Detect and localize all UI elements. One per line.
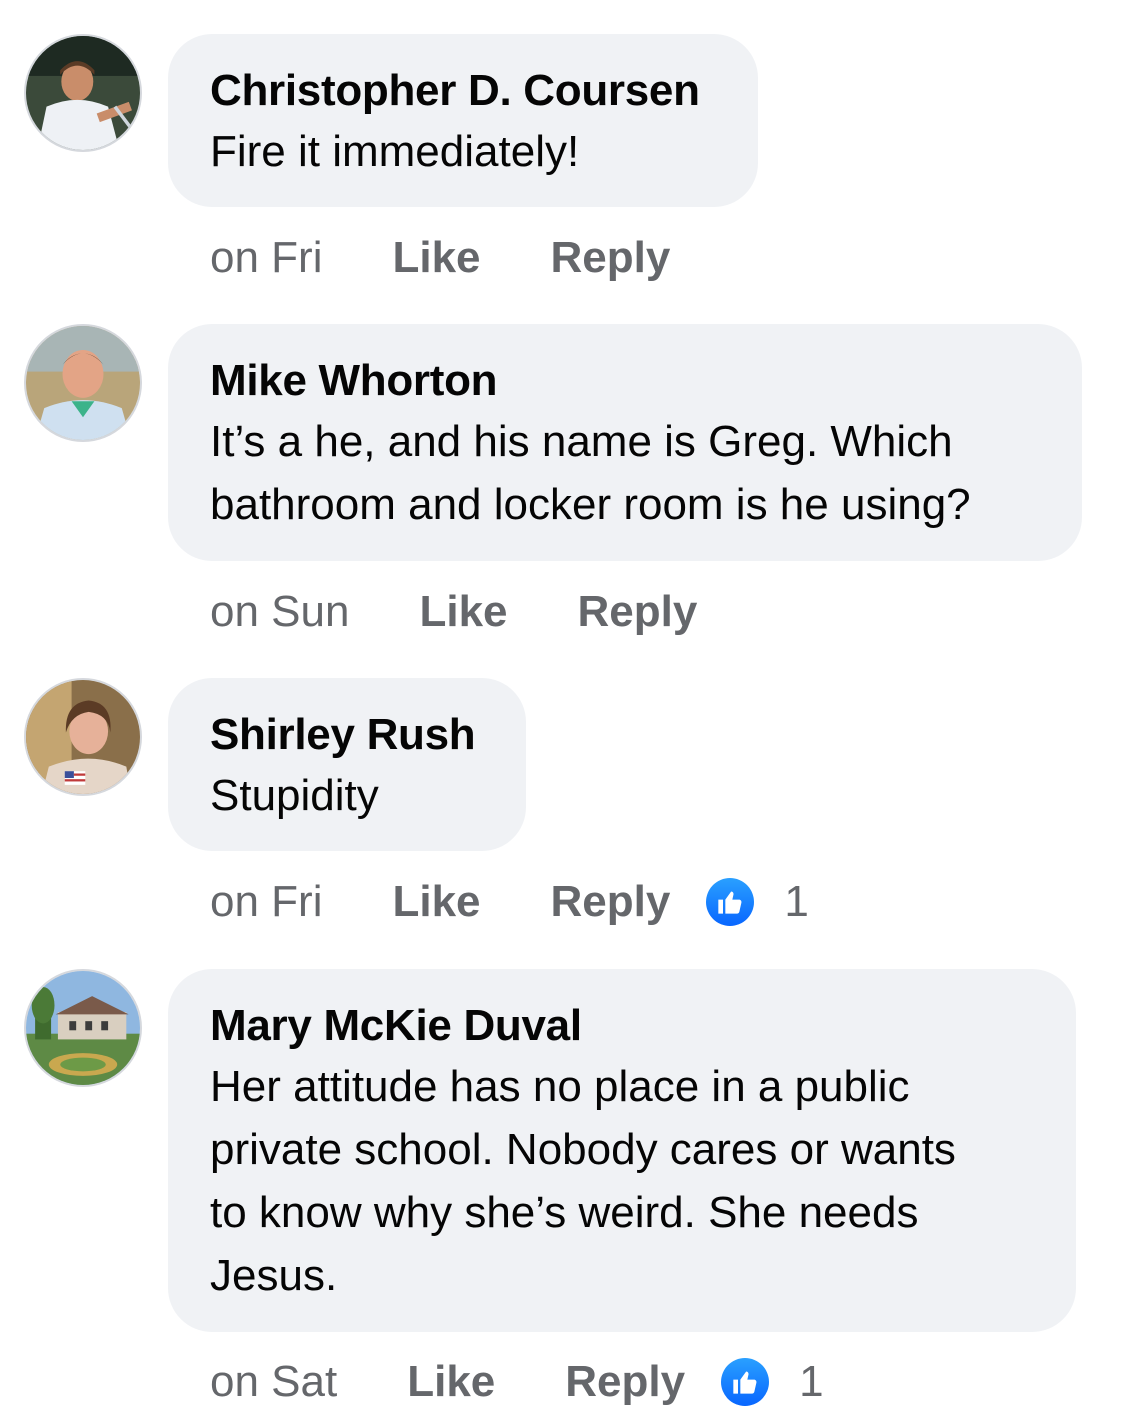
comment-actions: on Fri Like Reply 1 [210,872,809,932]
reply-button[interactable]: Reply [578,587,698,637]
thumbs-up-icon [721,1358,770,1406]
comment-text: Fire it immediately! [210,127,580,176]
reaction-summary[interactable]: 1 [706,877,809,927]
like-button[interactable]: Like [407,1357,495,1407]
reply-button[interactable]: Reply [551,877,671,927]
comment-actions: on Sat Like Reply 1 [210,1352,824,1412]
comment-author[interactable]: Christopher D. Coursen [210,62,716,120]
like-button[interactable]: Like [392,877,480,927]
avatar-photo-woman [26,680,140,794]
comment-bubble: Mary McKie Duval Her attitude has no pla… [168,969,1076,1332]
avatar[interactable] [24,324,142,442]
comment-timestamp[interactable]: on Sun [210,587,349,637]
like-button[interactable]: Like [419,587,507,637]
comment-bubble: Mike Whorton It’s a he, and his name is … [168,324,1082,561]
avatar-photo-tennis [26,36,140,150]
comment-text: Her attitude has no place in a public pr… [210,1062,956,1300]
comment-bubble: Shirley Rush Stupidity [168,678,526,851]
comment-author[interactable]: Mary McKie Duval [210,997,1034,1055]
thumbs-up-icon [706,878,755,926]
avatar[interactable] [24,34,142,152]
avatar-photo-house [26,971,140,1085]
comment-text: Stupidity [210,771,379,820]
avatar[interactable] [24,969,142,1087]
comment-actions: on Sun Like Reply [210,582,733,642]
comment-timestamp[interactable]: on Fri [210,877,322,927]
like-button[interactable]: Like [392,233,480,283]
avatar[interactable] [24,678,142,796]
reaction-count: 1 [799,1357,824,1406]
comment-actions: on Fri Like Reply [210,228,706,288]
comment-author[interactable]: Shirley Rush [210,706,484,764]
comment-text: It’s a he, and his name is Greg. Which b… [210,417,971,529]
reaction-count: 1 [784,877,809,926]
reply-button[interactable]: Reply [551,233,671,283]
reaction-summary[interactable]: 1 [721,1357,824,1407]
avatar-photo-man [26,326,140,440]
comment-bubble: Christopher D. Coursen Fire it immediate… [168,34,758,207]
comment-timestamp[interactable]: on Sat [210,1357,337,1407]
comment-timestamp[interactable]: on Fri [210,233,322,283]
comment-author[interactable]: Mike Whorton [210,352,1040,410]
reply-button[interactable]: Reply [565,1357,685,1407]
